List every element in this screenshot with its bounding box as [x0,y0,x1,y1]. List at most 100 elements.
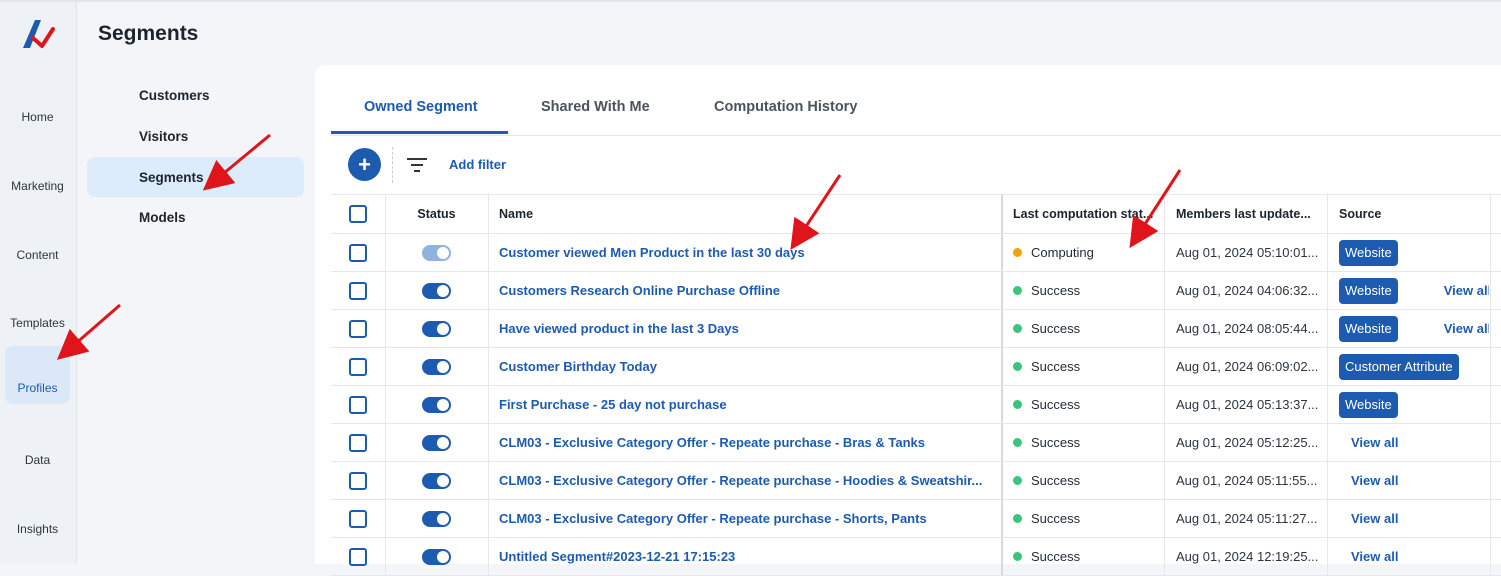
table-row[interactable]: Customers Research Online Purchase Offli… [331,272,1501,310]
toggle-knob [437,512,449,525]
status-toggle[interactable] [422,320,451,337]
table-row[interactable]: Have viewed product in the last 3 Days Su… [331,310,1501,348]
members-updated-text: Aug 01, 2024 05:11:27... [1176,511,1318,526]
segment-name-link[interactable]: CLM03 - Exclusive Category Offer - Repea… [499,435,925,450]
view-all-link[interactable]: View all [1351,435,1398,450]
subnav-item-label: Segments [139,169,204,185]
header-members-last-updated[interactable]: Members last update... [1176,195,1316,233]
row-checkbox[interactable] [349,433,367,452]
toggle-knob [437,246,449,259]
tab-shared-with-me[interactable]: Shared With Me [541,99,650,115]
source-badge[interactable]: Website [1339,277,1398,304]
table-row[interactable]: First Purchase - 25 day not purchase Succ… [331,386,1501,424]
row-checkbox[interactable] [349,547,367,566]
subnav-item-label: Customers [139,87,210,103]
segments-table: Status Name Last computation stat... Mem… [331,194,1501,576]
left-rail: Home Marketing Content Templates Profiles Dat… [0,2,77,564]
segment-name-cell: First Purchase - 25 day not purchase [499,386,994,423]
rail-item-templates[interactable]: Templates [5,281,70,339]
toggle-knob [437,322,449,335]
table-row[interactable]: CLM03 - Exclusive Category Offer - Repea… [331,424,1501,462]
segment-name-link[interactable]: First Purchase - 25 day not purchase [499,397,727,412]
rail-item-content[interactable]: Content [5,213,70,271]
header-status[interactable]: Status [385,195,488,233]
members-updated-text: Aug 01, 2024 12:19:25... [1176,549,1319,564]
add-filter-link[interactable]: Add filter [449,157,506,172]
rail-item-label: Content [16,248,59,262]
status-toggle[interactable] [422,548,451,565]
rail-item-marketing[interactable]: Marketing [5,144,70,202]
computation-status-cell: Success [1013,538,1163,575]
row-checkbox[interactable] [349,243,367,262]
segment-name-link[interactable]: CLM03 - Exclusive Category Offer - Repea… [499,473,982,488]
segment-name-link[interactable]: Customers Research Online Purchase Offli… [499,283,780,298]
view-all-link[interactable]: View all [1444,283,1489,298]
view-all-link[interactable]: View all [1351,549,1398,564]
status-toggle-cell [385,348,488,385]
row-checkbox[interactable] [349,319,367,338]
basket-icon [101,84,123,106]
computation-status-cell: Computing [1013,234,1163,271]
table-row[interactable]: Customer viewed Men Product in the last … [331,234,1501,272]
segment-name-link[interactable]: Untitled Segment#2023-12-21 17:15:23 [499,549,735,564]
view-all-link[interactable]: View all [1351,511,1398,526]
row-checkbox[interactable] [349,395,367,414]
add-segment-button[interactable]: + [348,148,381,181]
table-row[interactable]: Untitled Segment#2023-12-21 17:15:23 Succ… [331,538,1501,576]
source-cell: View all [1339,538,1489,575]
rail-item-data[interactable]: Data [5,418,70,476]
rail-item-label: Profiles [17,381,58,395]
select-all-checkbox[interactable] [349,205,367,223]
table-row[interactable]: CLM03 - Exclusive Category Offer - Repea… [331,500,1501,538]
app-logo[interactable] [20,16,56,52]
segment-name-link[interactable]: Have viewed product in the last 3 Days [499,321,739,336]
status-toggle[interactable] [422,510,451,527]
row-checkbox[interactable] [349,281,367,300]
table-row[interactable]: Customer Birthday Today Success Aug 01, 20… [331,348,1501,386]
computation-status-text: Computing [1031,245,1094,260]
profile-badge-icon [27,354,49,376]
status-dot [1013,400,1022,409]
tab-owned-segment[interactable]: Owned Segment [364,99,478,115]
view-all-link[interactable]: View all [1351,473,1398,488]
status-toggle[interactable] [422,282,451,299]
subnav-item-visitors[interactable]: Visitors [87,116,304,156]
computation-status-cell: Success [1013,386,1163,423]
status-toggle[interactable] [422,244,451,261]
source-badge[interactable]: Website [1339,239,1398,266]
source-badge[interactable]: Website [1339,391,1398,418]
filter-icon[interactable] [406,155,428,175]
subnav-item-customers[interactable]: Customers [87,75,304,115]
status-toggle[interactable] [422,434,451,451]
table-row[interactable]: CLM03 - Exclusive Category Offer - Repea… [331,462,1501,500]
segment-name-link[interactable]: Customer viewed Men Product in the last … [499,245,805,260]
subnav-item-models[interactable]: Models [87,197,304,237]
rail-item-home[interactable]: Home [5,75,70,133]
header-source[interactable]: Source [1339,195,1479,233]
members-updated-cell: Aug 01, 2024 12:19:25... [1176,538,1321,575]
rail-item-label: Templates [10,316,65,330]
status-toggle-cell [385,424,488,461]
status-toggle[interactable] [422,472,451,489]
status-toggle[interactable] [422,358,451,375]
row-checkbox[interactable] [349,471,367,490]
subnav-item-segments[interactable]: Segments [87,157,304,197]
visitor-badge-icon [101,125,123,147]
toggle-knob [437,436,449,449]
header-last-computation-status[interactable]: Last computation stat... [1013,195,1163,233]
source-badge[interactable]: Customer Attribute [1339,353,1459,380]
toolbar-divider [392,147,394,183]
header-name[interactable]: Name [499,195,999,233]
row-checkbox[interactable] [349,509,367,528]
select-all-cell [349,195,369,233]
view-all-link[interactable]: View all [1444,321,1489,336]
source-badge[interactable]: Website [1339,315,1398,342]
rail-item-insights[interactable]: Insights [5,487,70,545]
row-checkbox[interactable] [349,357,367,376]
members-updated-cell: Aug 01, 2024 04:06:32... [1176,272,1321,309]
rail-item-profiles[interactable]: Profiles [5,346,70,404]
segment-name-link[interactable]: CLM03 - Exclusive Category Offer - Repea… [499,511,927,526]
status-toggle[interactable] [422,396,451,413]
segment-name-link[interactable]: Customer Birthday Today [499,359,657,374]
tab-computation-history[interactable]: Computation History [714,99,857,115]
